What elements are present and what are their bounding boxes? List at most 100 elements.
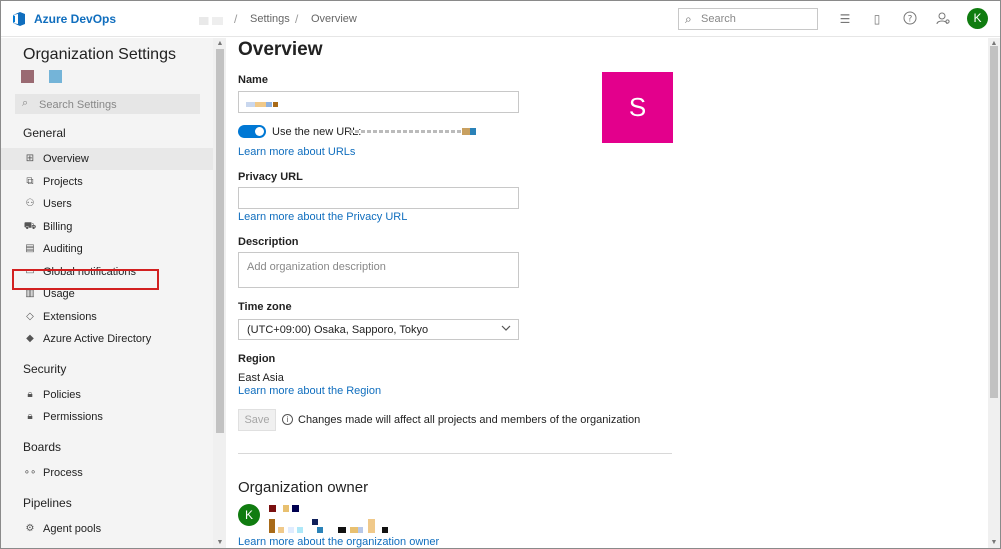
info-message: Changes made will affect all projects an…	[298, 414, 641, 426]
list-icon[interactable]: ☰	[837, 11, 853, 27]
sidebar-title: Organization Settings	[23, 46, 176, 63]
sidebar-item-azure-active-directory[interactable]: ◆ Azure Active Directory	[1, 328, 213, 350]
learn-urls-link[interactable]: Learn more about URLs	[238, 146, 355, 158]
sidebar-item-label: Permissions	[43, 411, 103, 423]
redacted-owner-email	[338, 527, 346, 533]
breadcrumb-overview[interactable]: Overview	[311, 13, 357, 25]
sidebar-item-overview[interactable]: ⊞ Overview	[1, 148, 213, 170]
description-placeholder: Add organization description	[247, 261, 386, 273]
redacted-owner-email	[269, 519, 275, 533]
redacted-owner-email	[288, 527, 294, 533]
breadcrumb-separator: /	[234, 12, 238, 26]
sidebar-item-auditing[interactable]: ▤ Auditing	[1, 238, 213, 260]
owner-section-title: Organization owner	[238, 479, 369, 496]
learn-privacy-link[interactable]: Learn more about the Privacy URL	[238, 211, 407, 223]
redacted-url	[470, 128, 476, 135]
extensions-icon: ◇	[26, 311, 34, 322]
organization-avatar[interactable]: S	[602, 72, 673, 143]
lock-icon: 🔒︎	[27, 389, 33, 400]
shopping-bag-icon[interactable]: ▯	[869, 11, 885, 27]
agent-pools-icon: ⚙	[25, 523, 35, 534]
lock-icon: 🔒︎	[27, 411, 33, 422]
redacted-name	[273, 102, 278, 107]
svg-text:?: ?	[908, 15, 913, 25]
scroll-up-icon[interactable]: ▲	[215, 39, 225, 49]
sidebar-item-label: Overview	[43, 153, 89, 165]
sidebar-item-label: Azure Active Directory	[43, 333, 152, 345]
redacted-owner-email	[317, 527, 323, 533]
redacted-owner-email	[312, 519, 318, 525]
privacy-url-input[interactable]	[238, 187, 519, 209]
divider	[238, 453, 672, 454]
sidebar-item-label: Projects	[43, 176, 83, 188]
sidebar-item-label: Policies	[43, 389, 81, 401]
sidebar-item-label: Extensions	[43, 311, 97, 323]
redacted-name	[246, 102, 255, 107]
grid-icon: ⊞	[25, 153, 35, 164]
redacted-owner-email	[382, 527, 388, 533]
redacted-name	[266, 102, 272, 107]
org-breadcrumb-redacted[interactable]	[199, 17, 223, 25]
redacted-owner-email	[368, 519, 375, 533]
name-input[interactable]	[238, 91, 519, 113]
new-url-label: Use the new URL:	[272, 126, 362, 138]
sidebar-item-label: Users	[43, 198, 72, 210]
sidebar-scrollbar-thumb[interactable]	[216, 49, 224, 433]
azure-ad-icon: ◆	[26, 333, 34, 344]
settings-search-input[interactable]: ⌕ Search Settings	[15, 94, 200, 114]
azure-devops-logo-icon[interactable]	[11, 11, 27, 27]
page-title: Overview	[238, 39, 323, 60]
help-icon[interactable]: ?	[902, 11, 918, 27]
sidebar-item-extensions[interactable]: ◇ Extensions	[1, 306, 213, 328]
breadcrumb-settings[interactable]: Settings	[250, 13, 290, 25]
section-general: General	[23, 126, 66, 140]
section-security: Security	[23, 362, 67, 376]
extensions-highlight-box	[12, 269, 159, 290]
learn-region-link[interactable]: Learn more about the Region	[238, 385, 381, 397]
scroll-down-icon[interactable]: ▼	[989, 538, 999, 548]
sidebar-item-label: Billing	[43, 221, 73, 233]
redacted-owner-email	[297, 527, 303, 533]
cart-icon: ⛟	[23, 221, 37, 232]
users-icon: ⚇	[25, 198, 35, 209]
sidebar-item-permissions[interactable]: 🔒︎ Permissions	[1, 406, 213, 428]
sidebar-item-projects[interactable]: ⧉ Projects	[1, 171, 213, 193]
sidebar-item-agent-pools[interactable]: ⚙ Agent pools	[1, 518, 213, 540]
learn-owner-link[interactable]: Learn more about the organization owner	[238, 536, 439, 548]
section-pipelines: Pipelines	[23, 496, 72, 510]
description-textarea[interactable]: Add organization description	[238, 252, 519, 288]
document-icon: ▤	[25, 243, 35, 254]
owner-avatar: K	[238, 504, 260, 526]
user-settings-icon[interactable]	[935, 11, 951, 27]
sidebar: Organization Settings ⌕ Search Settings …	[1, 38, 213, 548]
search-box[interactable]: ⌕ Search	[678, 8, 818, 30]
brand-name[interactable]: Azure DevOps	[34, 12, 116, 26]
process-icon: ∘∘	[23, 467, 37, 478]
new-url-toggle[interactable]	[238, 125, 266, 138]
chevron-down-icon	[501, 323, 511, 335]
redacted-owner-name	[269, 505, 276, 512]
sidebar-item-process[interactable]: ∘∘ Process	[1, 462, 213, 484]
description-label: Description	[238, 236, 299, 248]
redacted-owner-name	[283, 505, 289, 512]
toggle-knob	[255, 127, 264, 136]
name-label: Name	[238, 74, 268, 86]
sidebar-item-users[interactable]: ⚇ Users	[1, 193, 213, 215]
breadcrumb-separator: /	[295, 12, 299, 26]
timezone-label: Time zone	[238, 301, 292, 313]
user-avatar[interactable]: K	[967, 8, 988, 29]
save-button[interactable]: Save	[238, 409, 276, 431]
redacted-owner-email	[278, 527, 284, 533]
sidebar-item-policies[interactable]: 🔒︎ Policies	[1, 384, 213, 406]
region-value: East Asia	[238, 372, 284, 384]
main-scrollbar-thumb[interactable]	[990, 46, 998, 398]
sidebar-item-billing[interactable]: ⛟ Billing	[1, 216, 213, 238]
timezone-select[interactable]: (UTC+09:00) Osaka, Sapporo, Tokyo	[238, 319, 519, 340]
redacted-owner-email	[358, 527, 363, 533]
top-bar: Azure DevOps / Settings / Overview ⌕ Sea…	[1, 1, 1000, 37]
redacted-url	[462, 128, 470, 135]
info-icon: i	[282, 414, 293, 425]
timezone-value: (UTC+09:00) Osaka, Sapporo, Tokyo	[247, 324, 429, 336]
sidebar-item-label: Auditing	[43, 243, 83, 255]
scroll-down-icon[interactable]: ▼	[215, 538, 225, 548]
